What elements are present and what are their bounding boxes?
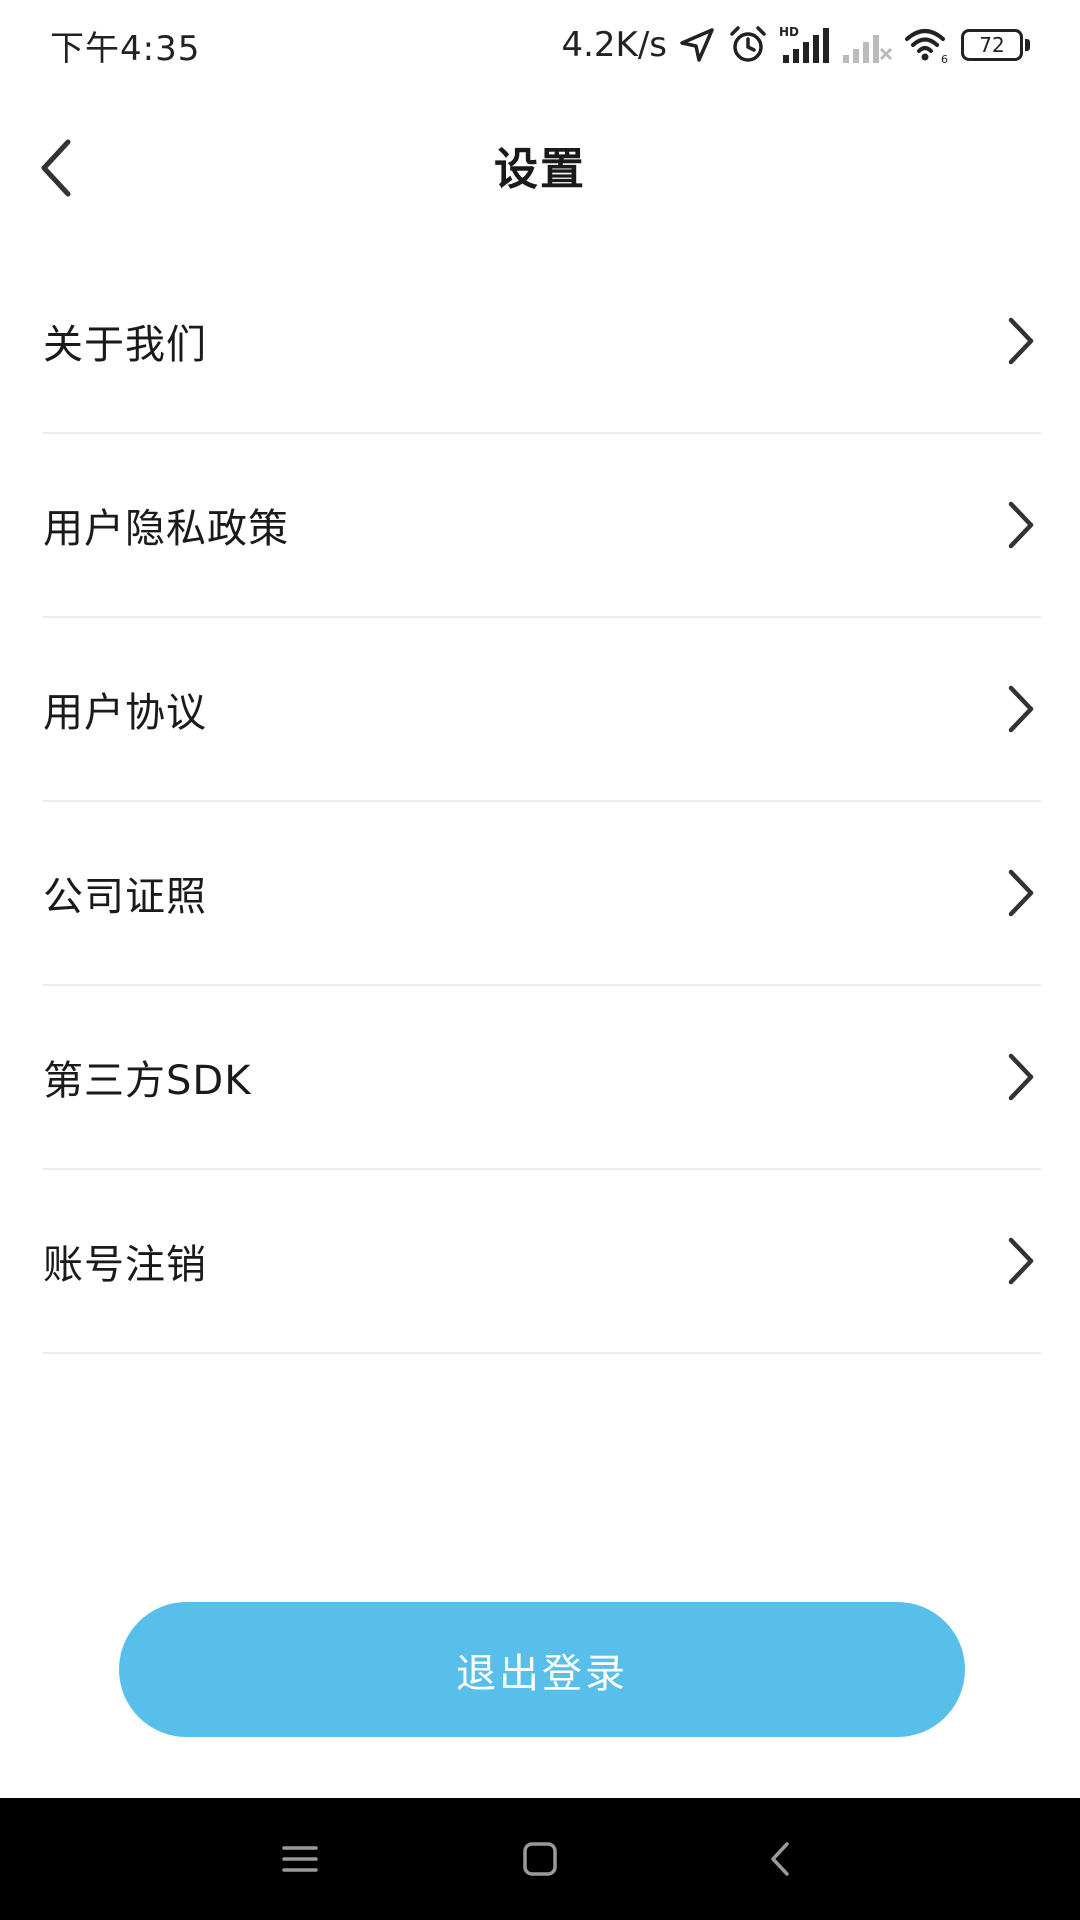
net-speed: 4.2K/s [561,25,667,65]
chevron-right-icon [1005,1236,1035,1286]
system-nav-bar [0,1798,1080,1920]
hd-signal-icon: HD [779,25,831,65]
chevron-right-icon [1005,316,1035,366]
back-button[interactable] [36,128,116,208]
nav-home-button[interactable] [500,1819,580,1899]
menu-item-privacy-policy[interactable]: 用户隐私政策 [43,434,1041,618]
chevron-right-icon [1005,868,1035,918]
settings-menu: 关于我们 用户隐私政策 用户协议 公司证照 第三方SDK 账号注销 [43,250,1041,1354]
battery-icon: 72 [961,29,1030,61]
menu-item-about-us[interactable]: 关于我们 [43,250,1041,434]
menu-item-company-license[interactable]: 公司证照 [43,802,1041,986]
status-time: 下午4:35 [50,28,201,69]
battery-level: 72 [961,29,1023,61]
menu-item-label: 账号注销 [43,1242,207,1288]
svg-text:HD: HD [779,25,799,39]
menu-item-user-agreement[interactable]: 用户协议 [43,618,1041,802]
status-bar: 下午4:35 4.2K/s HD 6 72 [0,0,1080,90]
nav-menu-button[interactable] [260,1819,340,1899]
wifi-icon: 6 [903,25,951,65]
menu-item-delete-account[interactable]: 账号注销 [43,1170,1041,1354]
back-icon [771,1842,789,1876]
menu-item-third-party-sdk[interactable]: 第三方SDK [43,986,1041,1170]
menu-item-label: 用户隐私政策 [43,506,289,552]
chevron-left-icon [41,139,71,197]
home-icon [523,1842,557,1876]
menu-item-label: 关于我们 [43,322,207,368]
logout-button[interactable]: 退出登录 [119,1602,965,1737]
header: 设置 [0,100,1080,230]
menu-item-label: 用户协议 [43,690,207,736]
page-title: 设置 [494,144,586,195]
chevron-right-icon [1005,1052,1035,1102]
menu-item-label: 公司证照 [43,874,207,920]
location-arrow-icon [677,25,717,65]
menu-icon [282,1846,318,1872]
status-right: 4.2K/s HD 6 72 [561,24,1030,66]
signal-off-icon [841,25,893,65]
nav-back-button[interactable] [740,1819,820,1899]
menu-item-label: 第三方SDK [43,1058,252,1104]
chevron-right-icon [1005,684,1035,734]
svg-text:6: 6 [941,53,948,65]
alarm-icon [727,24,769,66]
chevron-right-icon [1005,500,1035,550]
